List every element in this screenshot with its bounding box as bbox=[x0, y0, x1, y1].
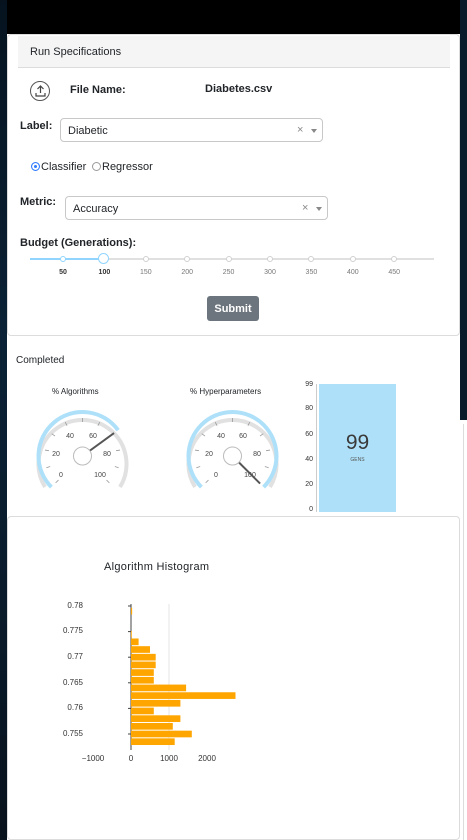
histogram-bar bbox=[131, 707, 154, 715]
histogram-bar bbox=[131, 646, 150, 653]
histogram-y-tick: 0.76 bbox=[67, 703, 83, 712]
histogram-plot bbox=[128, 604, 236, 750]
histogram-bar bbox=[131, 715, 181, 722]
histogram-x-tick: 2000 bbox=[198, 754, 216, 763]
histogram-y-tick: 0.775 bbox=[62, 626, 83, 635]
histogram-bar bbox=[131, 738, 175, 746]
histogram-bar bbox=[131, 630, 132, 638]
histogram-bar bbox=[131, 653, 156, 661]
histogram-bar bbox=[131, 607, 133, 615]
histogram-bar bbox=[131, 699, 181, 707]
histogram-y-tick: 0.77 bbox=[67, 652, 83, 661]
histogram-y-tick: 0.755 bbox=[62, 729, 83, 738]
histogram-bar bbox=[131, 722, 173, 730]
histogram-x-tick: 0 bbox=[128, 754, 134, 763]
histogram-bar bbox=[131, 730, 192, 738]
histogram-x-tick: −1000 bbox=[81, 754, 105, 763]
histogram-y-tick: 0.765 bbox=[62, 678, 83, 687]
histogram-y-tick: 0.78 bbox=[67, 601, 83, 610]
histogram-bar bbox=[131, 692, 236, 699]
histogram-x-tick: 1000 bbox=[160, 754, 178, 763]
histogram-bar bbox=[131, 684, 187, 692]
histogram-bar bbox=[131, 661, 156, 669]
histogram-bar bbox=[131, 669, 154, 676]
histogram-bar bbox=[131, 676, 154, 684]
histogram-bar bbox=[131, 638, 139, 646]
